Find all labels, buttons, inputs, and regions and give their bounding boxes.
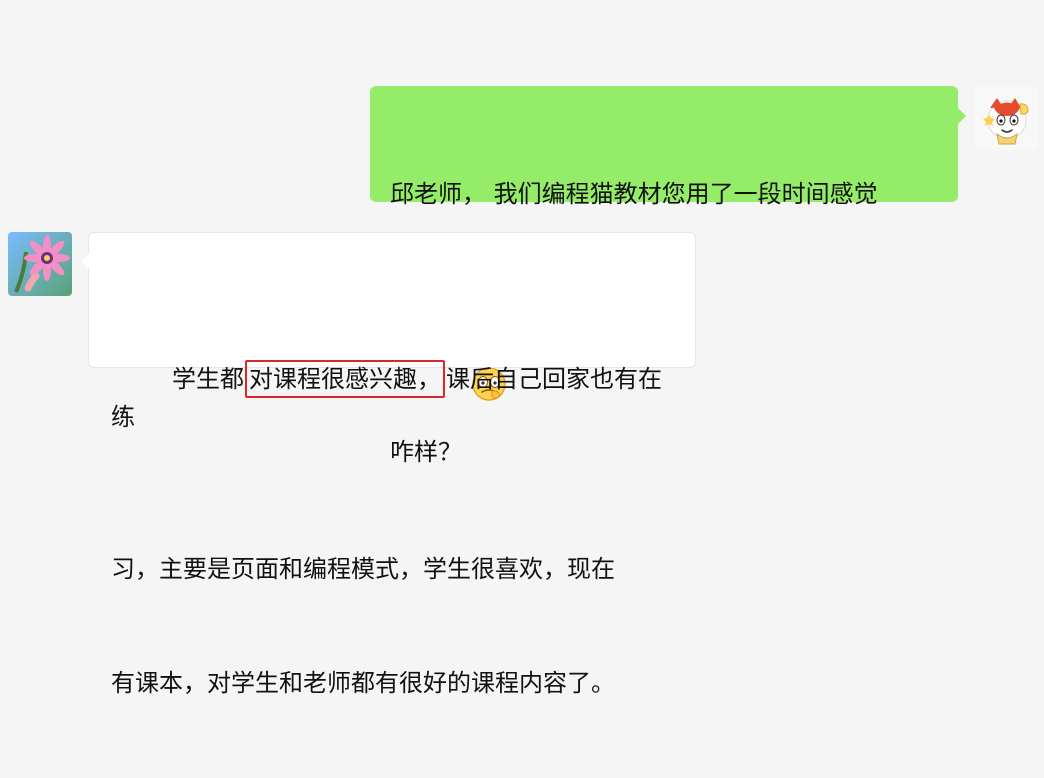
message-line-1: 邱老师， 我们编程猫教材您用了一段时间感觉	[390, 180, 878, 208]
message-line-1-prefix: 学生都	[172, 365, 245, 393]
message-line-3: 有课本，对学生和老师都有很好的课程内容了。	[111, 669, 615, 697]
message-bubble-received[interactable]: 学生都 对课程很感兴趣， 课后自己回家也有在练 习，主要是页面和编程模式，学生很喜欢…	[81, 232, 696, 697]
chat-window: 邱老师， 我们编程猫教材您用了一段时间感觉 咋样？ 学生都 对课程很感兴趣， 课…	[0, 0, 1044, 697]
highlight-box: 对课程很感兴趣，	[245, 360, 446, 398]
cartoon-cat-avatar-icon[interactable]	[974, 86, 1038, 150]
flower-avatar-icon[interactable]	[8, 232, 72, 296]
message-row-sent: 邱老师， 我们编程猫教材您用了一段时间感觉 咋样？	[370, 86, 1038, 466]
message-bubble-sent[interactable]: 邱老师， 我们编程猫教材您用了一段时间感觉 咋样？	[370, 86, 966, 466]
message-row-received: 学生都 对课程很感兴趣， 课后自己回家也有在练 习，主要是页面和编程模式，学生很喜欢…	[8, 232, 696, 697]
message-line-1: 学生都 对课程很感兴趣， 课后自己回家也有在练	[111, 322, 675, 474]
message-line-2: 习，主要是页面和编程模式，学生很喜欢，现在	[111, 555, 615, 583]
